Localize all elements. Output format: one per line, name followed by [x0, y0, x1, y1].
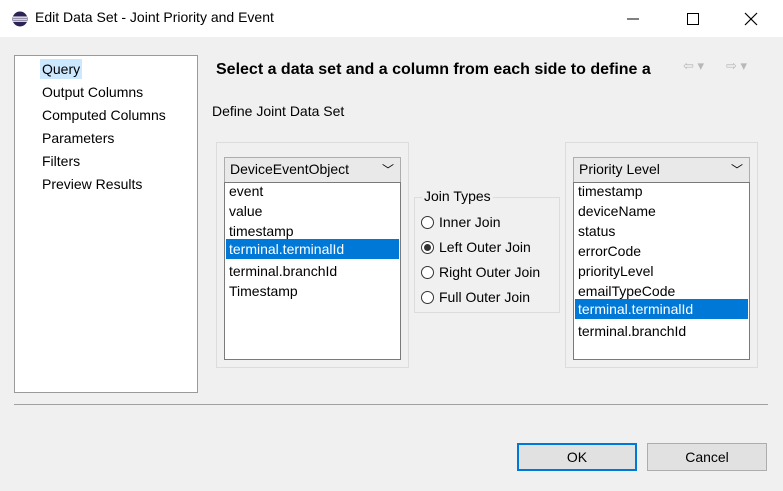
radio-label: Left Outer Join — [439, 239, 531, 255]
radio-label: Right Outer Join — [439, 264, 541, 280]
cancel-button[interactable]: Cancel — [647, 443, 767, 471]
nav-item-parameters[interactable]: Parameters — [40, 128, 116, 148]
title-bar: Edit Data Set - Joint Priority and Event — [0, 0, 783, 37]
nav-item-filters[interactable]: Filters — [40, 151, 82, 171]
right-column-list[interactable]: timestamp deviceName status errorCode pr… — [573, 182, 750, 360]
list-item[interactable]: status — [575, 221, 748, 241]
list-item-selected[interactable]: terminal.terminalId — [575, 299, 748, 319]
chevron-down-icon: ﹀ — [730, 163, 743, 177]
forward-nav-button[interactable]: ⇨ ▾ — [726, 58, 756, 76]
join-types-label: Join Types — [422, 188, 493, 204]
radio-circle — [421, 215, 434, 229]
chevron-down-icon: ﹀ — [381, 163, 394, 177]
maximize-icon — [687, 12, 699, 25]
nav-panel: Query Output Columns Computed Columns Pa… — [14, 55, 198, 393]
list-item[interactable]: timestamp — [575, 181, 748, 201]
radio-circle — [421, 290, 434, 304]
list-item[interactable]: emailTypeCode — [575, 281, 748, 301]
list-item[interactable]: Timestamp — [226, 281, 399, 301]
list-item[interactable]: priorityLevel — [575, 261, 748, 281]
back-nav-button[interactable]: ⇦ ▾ — [683, 58, 713, 76]
radio-circle — [421, 265, 434, 279]
left-outer-join-radio[interactable]: Left Outer Join — [421, 237, 531, 257]
list-item[interactable]: errorCode — [575, 241, 748, 261]
nav-item-query[interactable]: Query — [40, 59, 83, 79]
radio-label: Full Outer Join — [439, 289, 531, 305]
define-joint-data-set-label: Define Joint Data Set — [212, 103, 345, 119]
full-outer-join-radio[interactable]: Full Outer Join — [421, 287, 530, 307]
list-item[interactable]: terminal.branchId — [226, 261, 399, 281]
maximize-button[interactable] — [670, 0, 716, 37]
left-column-list[interactable]: event value timestamp terminal.terminalI… — [224, 182, 401, 360]
ok-button[interactable]: OK — [517, 443, 637, 471]
separator — [14, 404, 768, 405]
radio-label: Inner Join — [439, 214, 501, 230]
close-icon — [744, 12, 758, 25]
back-arrow-icon: ⇦ ▾ — [683, 58, 705, 73]
window-title: Edit Data Set - Joint Priority and Event — [35, 9, 274, 25]
right-dataset-value: Priority Level — [579, 161, 660, 177]
eclipse-app-icon — [12, 11, 28, 27]
list-item[interactable]: terminal.branchId — [575, 321, 748, 341]
page-header: Select a data set and a column from each… — [216, 61, 651, 78]
right-outer-join-radio[interactable]: Right Outer Join — [421, 262, 540, 282]
nav-item-output-columns[interactable]: Output Columns — [40, 82, 145, 102]
list-item[interactable]: event — [226, 181, 399, 201]
minimize-icon — [627, 18, 639, 19]
inner-join-radio[interactable]: Inner Join — [421, 212, 500, 232]
left-dataset-value: DeviceEventObject — [230, 161, 350, 177]
close-button[interactable] — [728, 0, 774, 37]
nav-item-computed-columns[interactable]: Computed Columns — [40, 105, 168, 125]
nav-item-preview-results[interactable]: Preview Results — [40, 174, 144, 194]
list-item[interactable]: deviceName — [575, 201, 748, 221]
forward-arrow-icon: ⇨ ▾ — [726, 58, 748, 73]
left-dataset-combo[interactable]: DeviceEventObject ﹀ — [224, 157, 401, 183]
list-item[interactable]: value — [226, 201, 399, 221]
radio-circle-selected — [421, 240, 434, 254]
list-item-selected[interactable]: terminal.terminalId — [226, 239, 399, 259]
right-dataset-combo[interactable]: Priority Level ﹀ — [573, 157, 750, 183]
list-item[interactable]: timestamp — [226, 221, 399, 241]
minimize-button[interactable] — [610, 0, 656, 37]
